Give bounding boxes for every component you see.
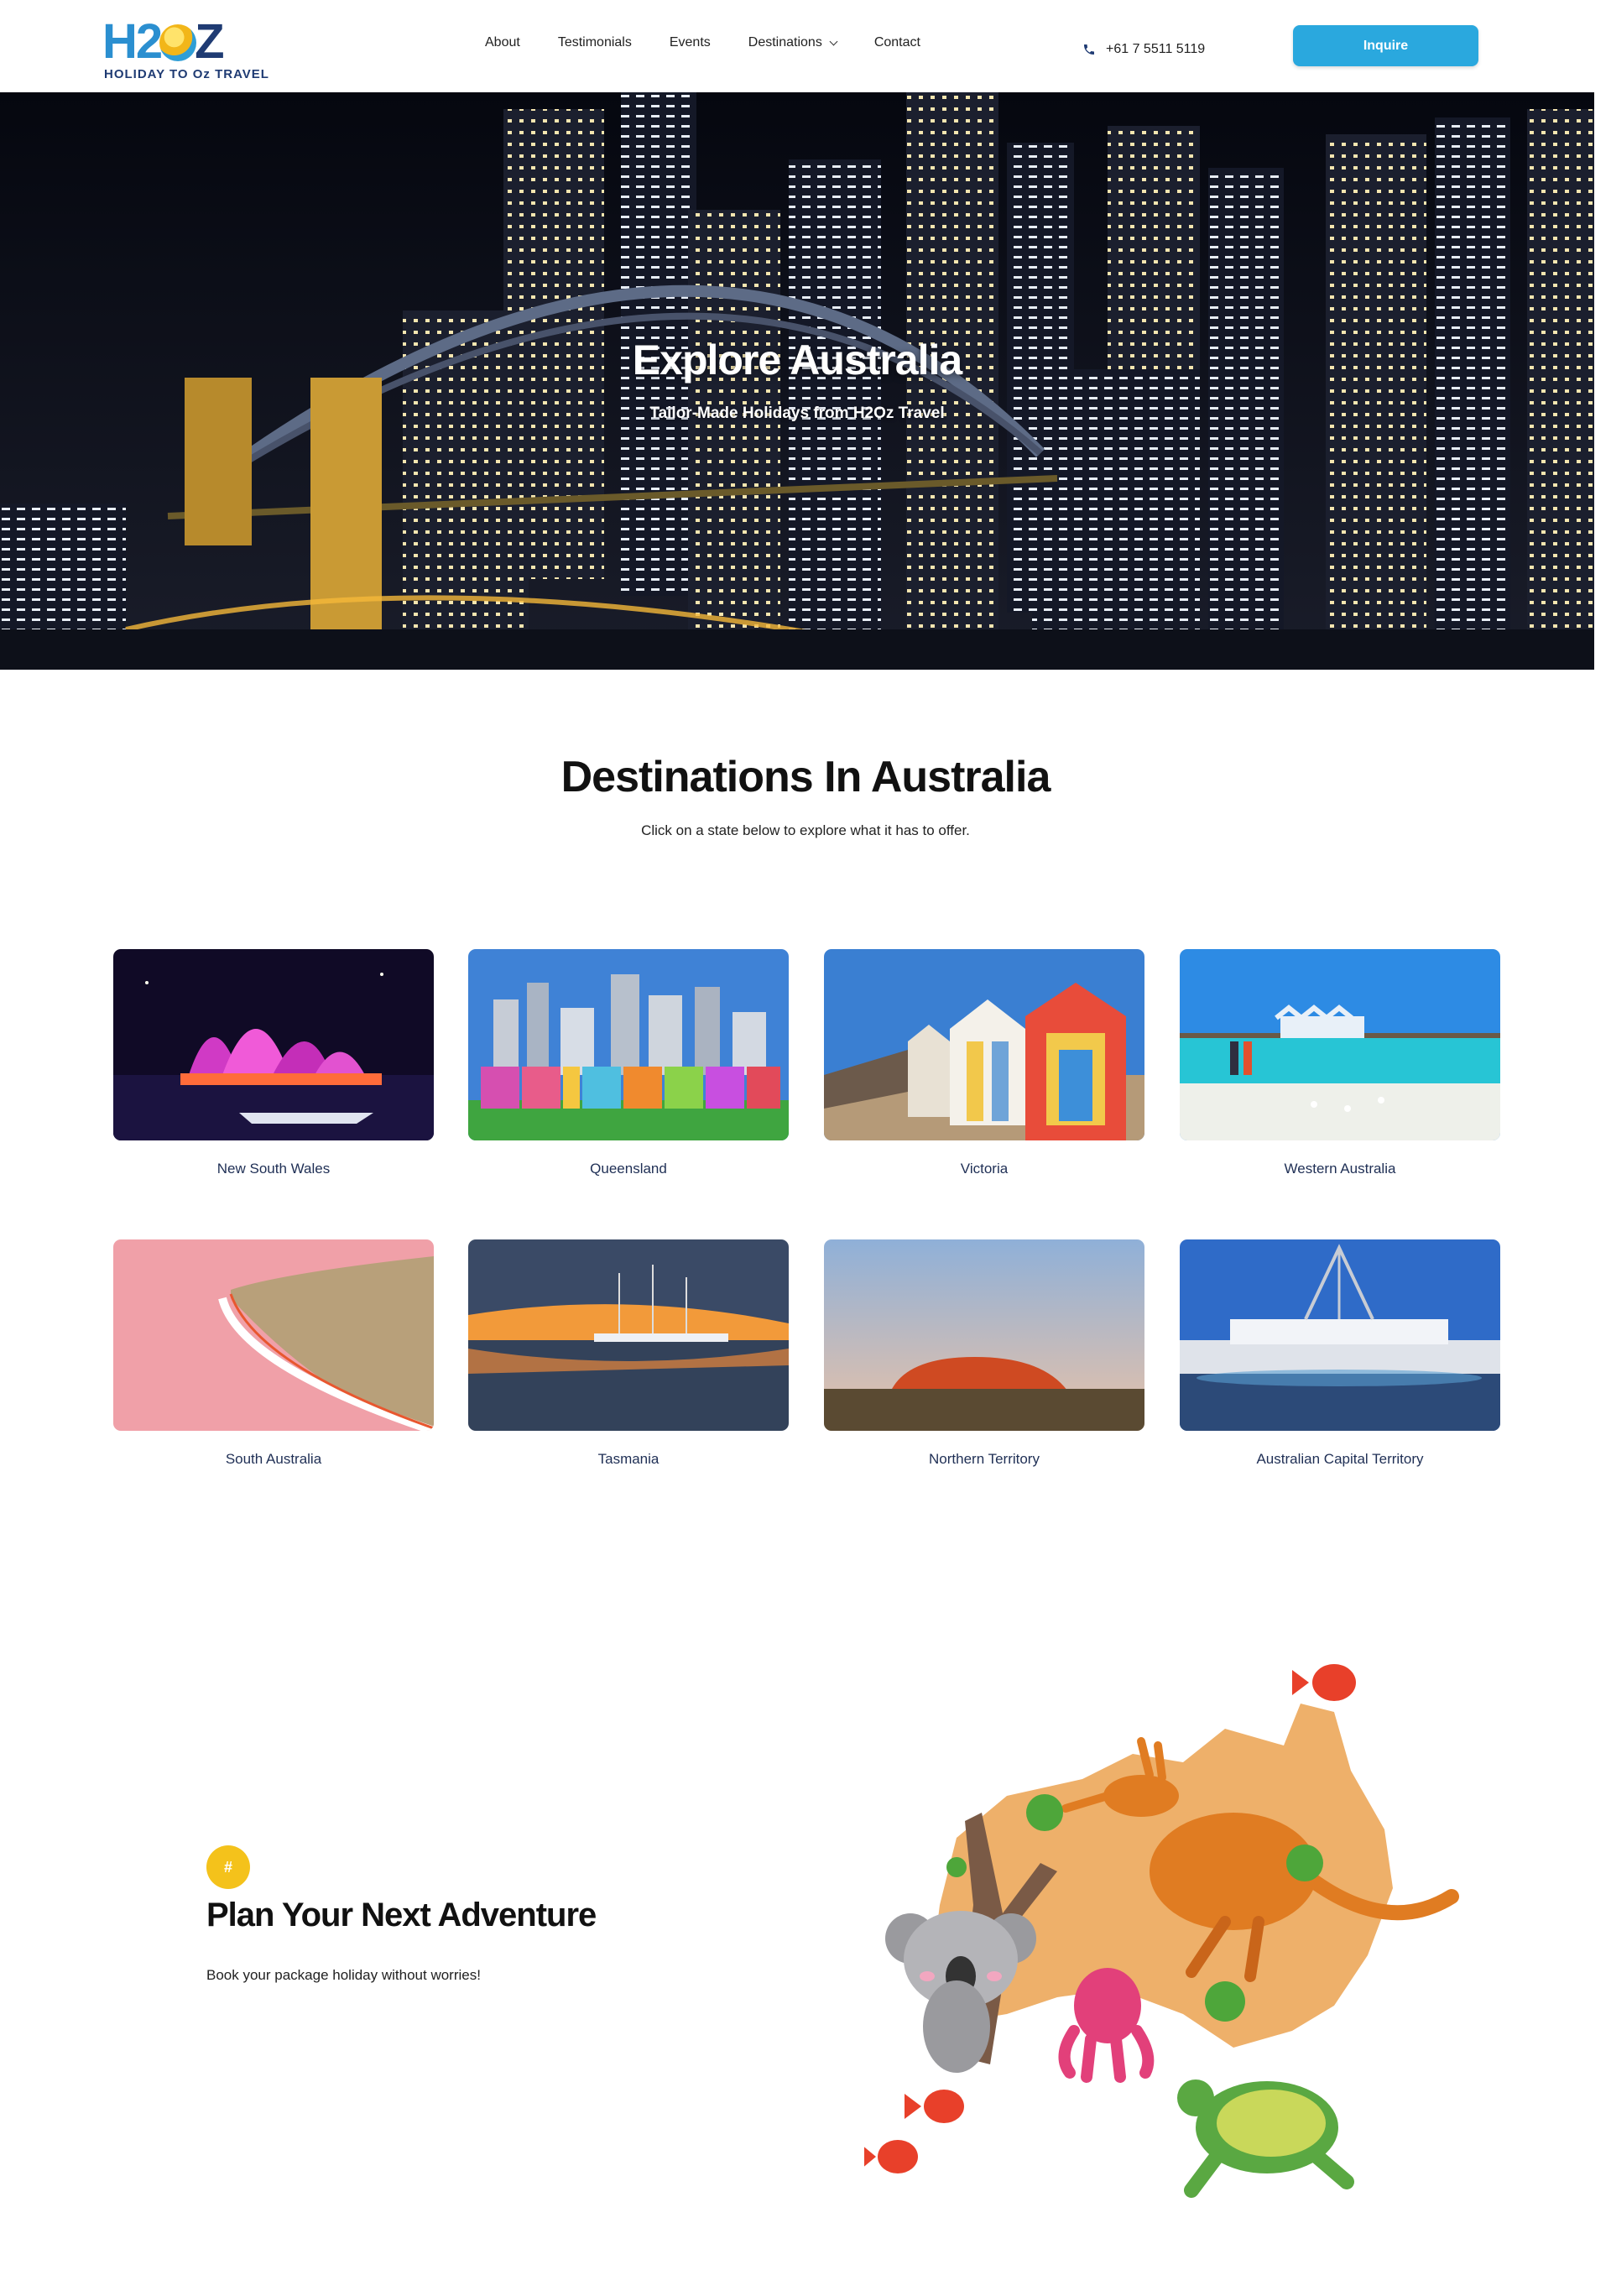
hashtag-badge: # — [206, 1845, 250, 1889]
state-card-northern-territory[interactable]: Northern Territory — [824, 1239, 1144, 1468]
state-label: Victoria — [960, 1161, 1009, 1177]
logo-tagline: HOLIDAY TO Oz TRAVEL — [104, 67, 269, 81]
nav-events-label: Events — [669, 35, 711, 50]
state-image-tasmania — [468, 1239, 789, 1431]
state-card-new-south-wales[interactable]: New South Wales — [113, 949, 434, 1177]
phone-link[interactable]: +61 7 5511 5119 — [1082, 42, 1205, 57]
brand-logo[interactable]: H2 Z HOLIDAY TO Oz TRAVEL — [102, 17, 270, 84]
destinations-subtitle: Click on a state below to explore what i… — [641, 822, 970, 838]
nav-about-label: About — [485, 35, 520, 50]
plan-title: Plan Your Next Adventure — [206, 1897, 597, 1933]
state-label: Western Australia — [1284, 1161, 1396, 1177]
nav-about[interactable]: About — [485, 35, 520, 50]
state-card-south-australia[interactable]: South Australia — [113, 1239, 434, 1468]
nav-events[interactable]: Events — [670, 35, 711, 50]
nav-destinations-label: Destinations — [748, 35, 822, 50]
hero-banner: Explore Australia Tailor-Made Holidays f… — [0, 92, 1594, 670]
state-image-queensland — [468, 949, 789, 1140]
state-label: Queensland — [590, 1161, 667, 1177]
site-header: H2 Z HOLIDAY TO Oz TRAVEL About Testimoni… — [0, 0, 1594, 92]
nav-contact[interactable]: Contact — [874, 35, 920, 50]
state-label: New South Wales — [216, 1161, 331, 1177]
state-card-tasmania[interactable]: Tasmania — [468, 1239, 789, 1468]
state-label: Tasmania — [597, 1451, 660, 1467]
chevron-down-icon — [829, 37, 838, 45]
plan-subtitle: Book your package holiday without worrie… — [206, 1967, 481, 1983]
inquire-button[interactable]: Inquire — [1293, 25, 1478, 66]
state-image-northern-territory — [824, 1239, 1144, 1431]
nav-testimonials[interactable]: Testimonials — [558, 35, 632, 50]
destinations-title: Destinations In Australia — [560, 753, 1051, 801]
state-image-new-south-wales — [113, 949, 434, 1140]
phone-number: +61 7 5511 5119 — [1106, 42, 1206, 56]
state-card-queensland[interactable]: Queensland — [468, 949, 789, 1177]
hero-subtitle: Tailor-Made Holidays from H2Oz Travel — [649, 404, 945, 422]
state-card-victoria[interactable]: Victoria — [824, 949, 1144, 1177]
nav-contact-label: Contact — [873, 35, 920, 50]
nav-destinations[interactable]: Destinations — [748, 35, 838, 50]
state-card-western-australia[interactable]: Western Australia — [1180, 949, 1500, 1177]
nav-testimonials-label: Testimonials — [557, 35, 632, 50]
australia-illustration — [864, 1664, 1459, 2198]
state-label: Northern Territory — [929, 1451, 1040, 1467]
phone-icon — [1084, 44, 1094, 55]
state-card-australian-capital-territory[interactable]: Australian Capital Territory — [1180, 1239, 1500, 1468]
state-image-australian-capital-territory — [1180, 1239, 1500, 1431]
hero-title: Explore Australia — [632, 337, 962, 384]
logo-mark: H2 Z — [102, 14, 225, 69]
state-image-victoria — [824, 949, 1144, 1140]
state-label: South Australia — [225, 1451, 322, 1467]
state-image-south-australia — [113, 1239, 434, 1431]
main-nav: About Testimonials Events Destinations C… — [485, 35, 920, 50]
state-label: Australian Capital Territory — [1256, 1451, 1424, 1467]
state-image-western-australia — [1180, 949, 1500, 1140]
turtle-icon — [1177, 2079, 1354, 2198]
